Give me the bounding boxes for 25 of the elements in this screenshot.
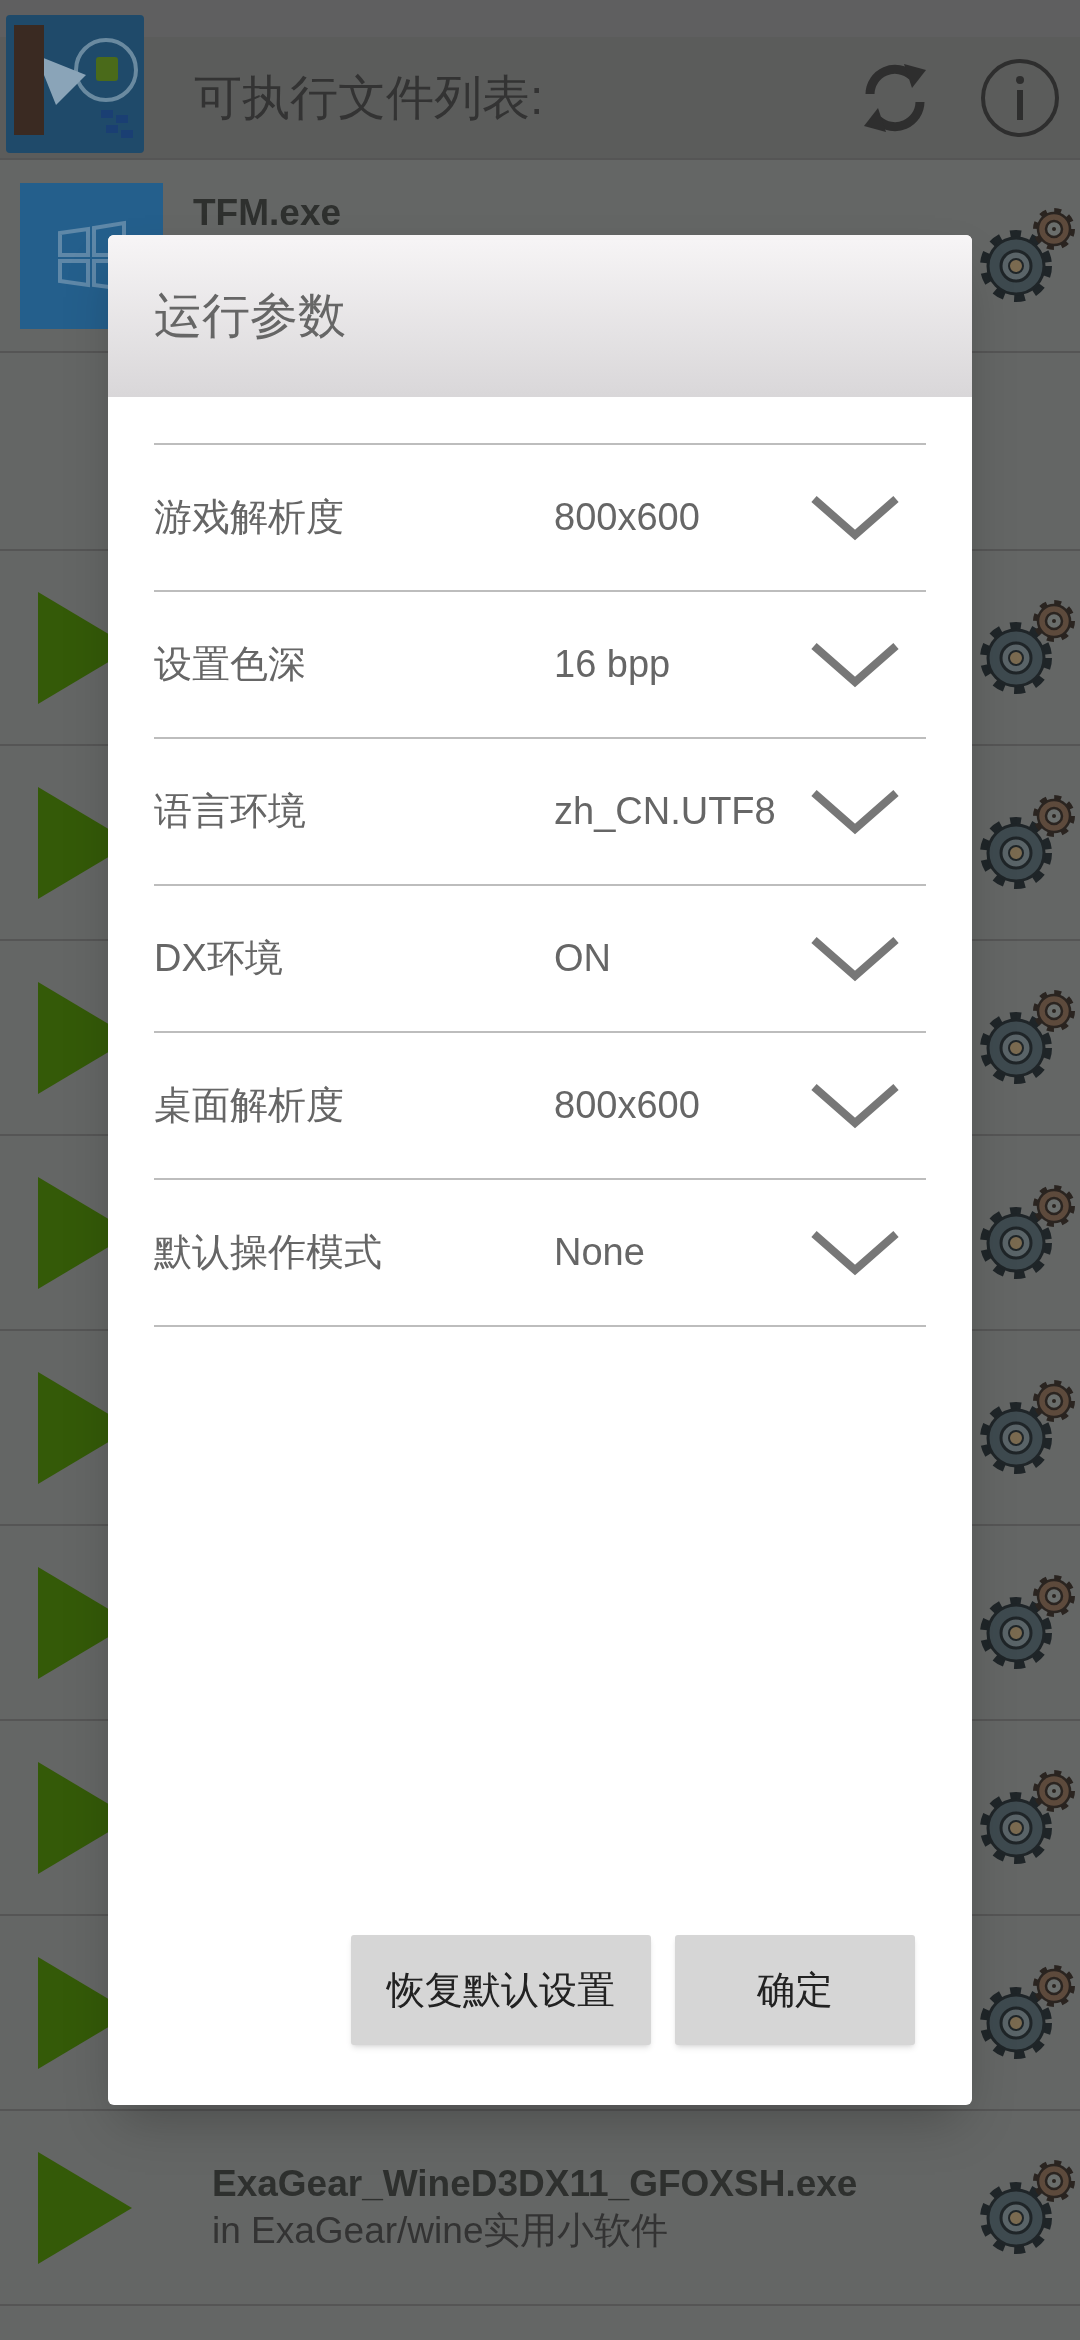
dropdown[interactable]: ON <box>554 930 926 987</box>
file-name: TFM.exe <box>193 191 343 235</box>
dropdown[interactable]: 800x600 <box>554 1077 926 1134</box>
chevron-down-icon <box>810 1229 900 1276</box>
chevron-down-icon <box>810 641 900 688</box>
confirm-button[interactable]: 确定 <box>675 1935 915 2045</box>
setting-label: 语言环境 <box>154 789 307 834</box>
chevron-down-icon <box>810 935 900 982</box>
chevron-down-icon <box>810 1082 900 1129</box>
restore-defaults-button[interactable]: 恢复默认设置 <box>351 1935 651 2045</box>
setting-label: 桌面解析度 <box>154 1083 345 1128</box>
dialog-title: 运行参数 <box>154 288 346 344</box>
dropdown[interactable]: zh_CN.UTF8 <box>554 783 926 840</box>
setting-label: 游戏解析度 <box>154 495 345 540</box>
info-icon[interactable] <box>980 57 1060 138</box>
setting-label: DX环境 <box>154 936 284 981</box>
chevron-down-icon <box>810 788 900 835</box>
setting-label: 默认操作模式 <box>154 1230 383 1275</box>
app-logo-icon <box>6 15 144 153</box>
file-name: ExaGear_WineD3DX11_GFOXSH.exe <box>212 2162 859 2207</box>
chevron-down-icon <box>810 494 900 541</box>
dropdown[interactable]: 800x600 <box>554 489 926 546</box>
setting-label: 设置色深 <box>154 642 307 687</box>
dropdown[interactable]: 16 bpp <box>554 636 926 693</box>
dropdown[interactable]: None <box>554 1224 926 1281</box>
